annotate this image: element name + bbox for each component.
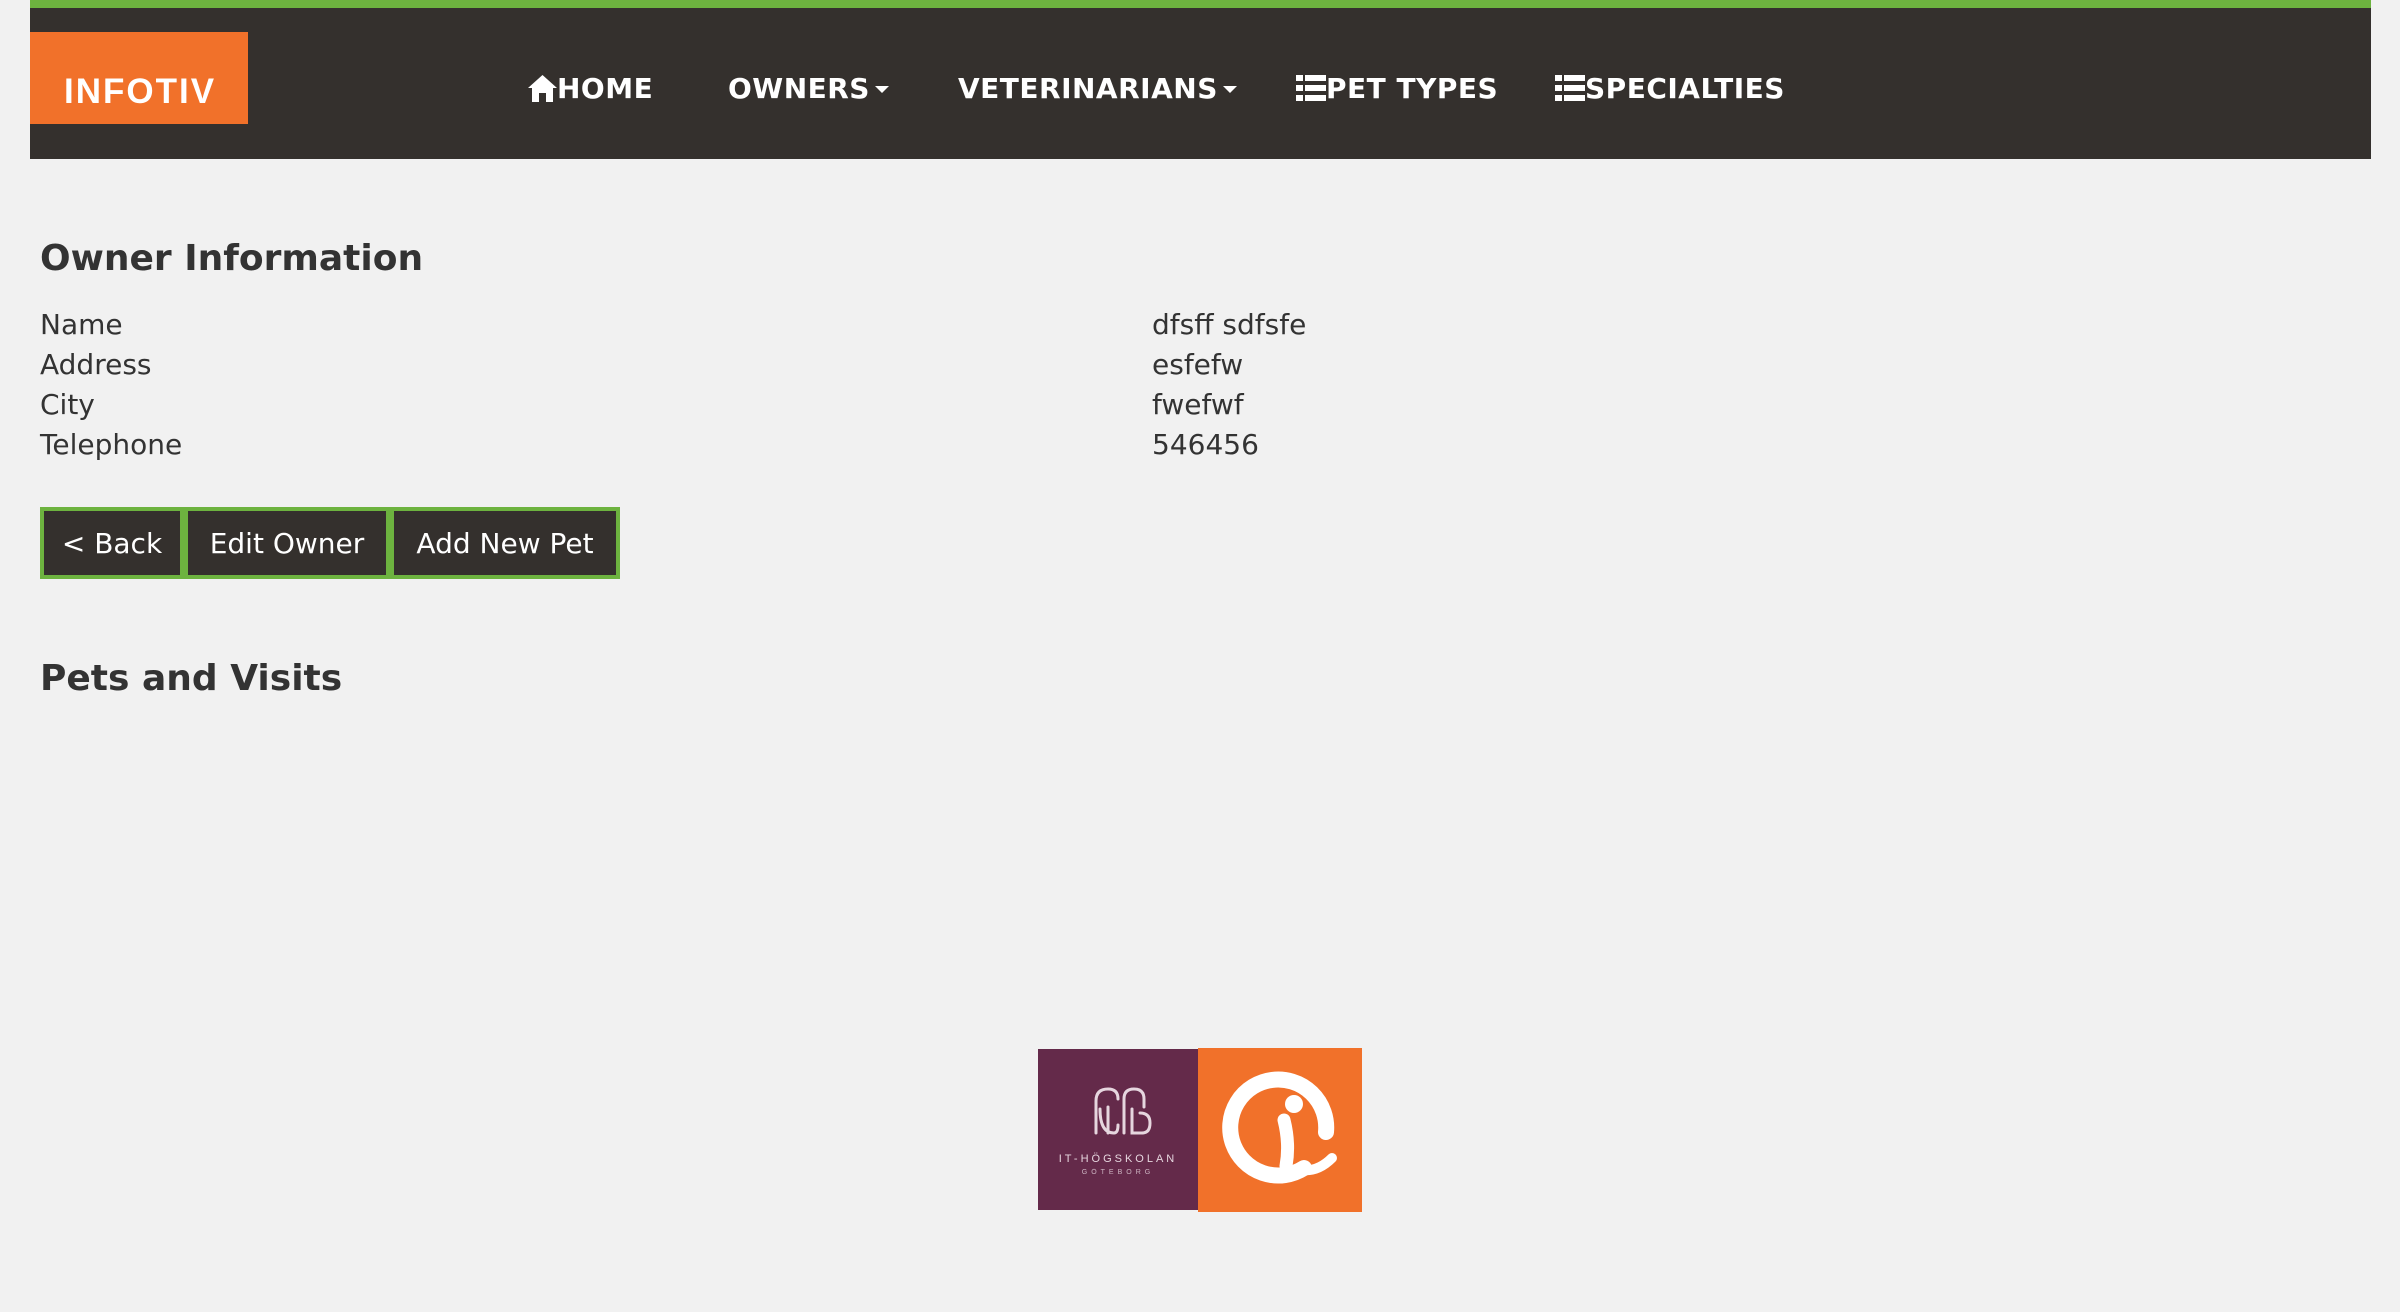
home-icon <box>528 74 557 102</box>
nav-specialties[interactable]: SPECIALTIES <box>1555 63 1785 113</box>
caret-down-icon <box>874 86 889 93</box>
nav-home[interactable]: HOME <box>528 63 653 113</box>
list-icon <box>1555 75 1585 101</box>
infotiv-i-logo <box>1198 1048 1362 1212</box>
pets-visits-title: Pets and Visits <box>40 658 343 699</box>
owner-address-value: esfefw <box>1152 348 1244 381</box>
owner-telephone-value: 546456 <box>1152 428 1259 461</box>
nav-specialties-label: SPECIALTIES <box>1585 71 1785 105</box>
back-button[interactable]: < Back <box>40 507 184 579</box>
owner-address-label: Address <box>40 348 152 381</box>
owner-city-label: City <box>40 388 95 421</box>
navbar: INFOTIV HOME OWNERS VETERINARIANS PET TY… <box>30 0 2371 159</box>
owner-name-label: Name <box>40 308 123 341</box>
it-hogskolan-logo: IT-HÖGSKOLAN GÖTEBORG <box>1038 1049 1198 1210</box>
it-hogskolan-logo-text: IT-HÖGSKOLAN <box>1058 1153 1178 1165</box>
owner-info-title: Owner Information <box>40 238 424 279</box>
it-hogskolan-logo-subtext: GÖTEBORG <box>1081 1169 1155 1176</box>
nav-owners[interactable]: OWNERS <box>728 63 889 113</box>
nav-home-label: HOME <box>557 71 654 105</box>
nav-owners-label: OWNERS <box>728 71 870 105</box>
nav-pet-types[interactable]: PET TYPES <box>1296 63 1498 113</box>
list-icon <box>1296 75 1326 101</box>
owner-name-value: dfsff sdfsfe <box>1152 308 1307 341</box>
nav-veterinarians-label: VETERINARIANS <box>958 71 1218 105</box>
owner-city-value: fwefwf <box>1152 388 1244 421</box>
brand-logo[interactable]: INFOTIV <box>30 32 248 124</box>
caret-down-icon <box>1222 86 1237 93</box>
edit-owner-button[interactable]: Edit Owner <box>184 507 390 579</box>
add-new-pet-button[interactable]: Add New Pet <box>390 507 620 579</box>
nav-veterinarians[interactable]: VETERINARIANS <box>958 63 1237 113</box>
nav-pet-types-label: PET TYPES <box>1326 71 1499 105</box>
owner-telephone-label: Telephone <box>40 428 183 461</box>
